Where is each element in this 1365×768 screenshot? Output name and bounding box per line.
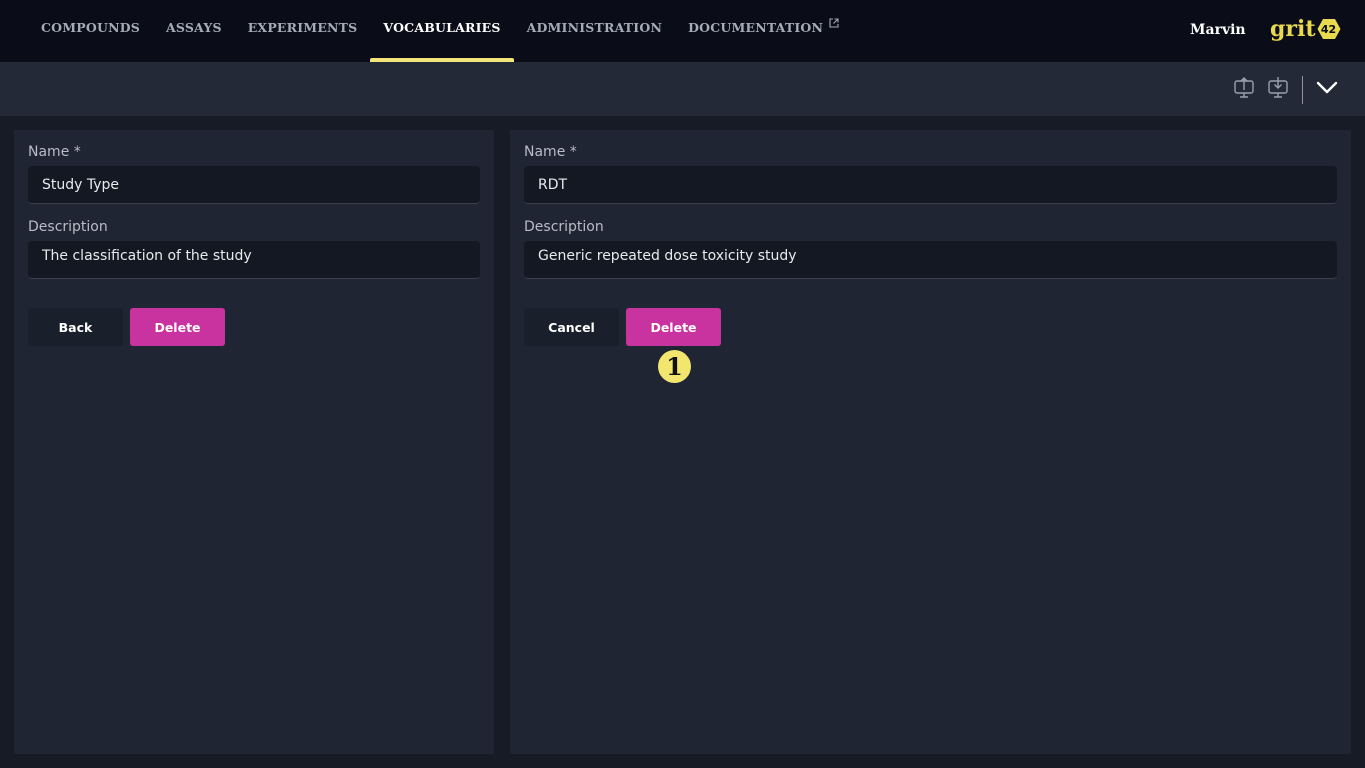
nav-item-vocabularies[interactable]: VOCABULARIES xyxy=(370,0,514,62)
vocabulary-name-field[interactable]: Study Type xyxy=(28,166,480,204)
back-button[interactable]: Back xyxy=(28,308,123,346)
nav-item-documentation[interactable]: DOCUMENTATION xyxy=(675,0,852,62)
cancel-button[interactable]: Cancel xyxy=(524,308,619,346)
logo-badge-number: 42 xyxy=(1320,22,1337,36)
item-name-field[interactable]: RDT xyxy=(524,166,1337,204)
name-label: Name * xyxy=(28,144,81,160)
nav-item-experiments[interactable]: EXPERIMENTS xyxy=(235,0,371,62)
nav-item-label: COMPOUNDS xyxy=(41,20,140,35)
delete-item-button[interactable]: Delete xyxy=(626,308,721,346)
nav-item-label: ADMINISTRATION xyxy=(526,20,663,35)
nav-item-administration[interactable]: ADMINISTRATION xyxy=(514,0,676,62)
nav-item-compounds[interactable]: COMPOUNDS xyxy=(28,0,153,62)
name-label: Name * xyxy=(524,144,577,160)
item-description-field[interactable]: Generic repeated dose toxicity study xyxy=(524,241,1337,279)
nav-item-label: ASSAYS xyxy=(165,20,222,35)
app-logo[interactable]: grit 42 xyxy=(1270,14,1341,44)
nav-item-label: EXPERIMENTS xyxy=(247,20,358,35)
nav-item-assays[interactable]: ASSAYS xyxy=(153,0,235,62)
nav-item-label: DOCUMENTATION xyxy=(688,20,824,35)
top-navigation-bar: COMPOUNDS ASSAYS EXPERIMENTS VOCABULARIE… xyxy=(0,0,1365,62)
toolbar-divider xyxy=(1302,76,1303,104)
vocabulary-item-form-panel: Name * RDT Description Generic repeated … xyxy=(510,130,1351,754)
logo-badge: 42 xyxy=(1317,18,1341,40)
logo-text: grit xyxy=(1270,16,1316,42)
description-label: Description xyxy=(28,219,108,235)
nav-item-label: VOCABULARIES xyxy=(383,20,501,35)
vocabulary-description-field[interactable]: The classification of the study xyxy=(28,241,480,279)
step-marker: 1 xyxy=(658,350,691,383)
user-name[interactable]: Marvin xyxy=(1190,22,1246,38)
external-link-icon xyxy=(829,18,839,28)
page-toolbar xyxy=(0,62,1365,116)
main-nav: COMPOUNDS ASSAYS EXPERIMENTS VOCABULARIE… xyxy=(28,0,852,62)
upload-icon[interactable] xyxy=(1232,76,1256,100)
vocabulary-form-panel: Name * Study Type Description The classi… xyxy=(14,130,494,754)
download-icon[interactable] xyxy=(1266,76,1290,100)
description-label: Description xyxy=(524,219,604,235)
delete-vocabulary-button[interactable]: Delete xyxy=(130,308,225,346)
chevron-down-icon[interactable] xyxy=(1315,76,1339,100)
